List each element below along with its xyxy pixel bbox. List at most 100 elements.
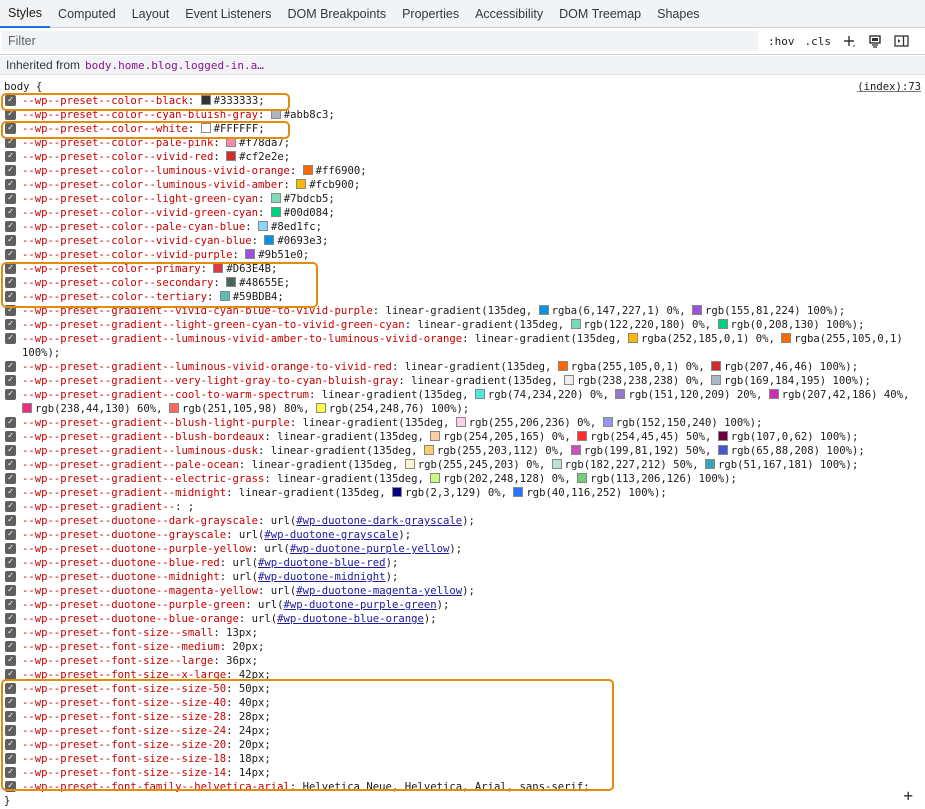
tab-properties[interactable]: Properties <box>394 0 467 27</box>
rule-selector[interactable]: body { <box>4 80 42 94</box>
color-swatch[interactable] <box>302 165 313 175</box>
property-value[interactable]: #48655E <box>226 277 284 289</box>
property-name[interactable]: --wp--preset--color--secondary <box>22 277 213 289</box>
color-swatch[interactable] <box>391 487 402 497</box>
property-name[interactable]: --wp--preset--font-family--helvetica-ari… <box>22 781 290 793</box>
property-value[interactable]: #333333 <box>200 95 258 107</box>
property-value[interactable]: #7bdcb5 <box>270 193 328 205</box>
color-swatch[interactable] <box>602 417 613 427</box>
property-name[interactable]: --wp--preset--duotone--purple-yellow <box>22 543 252 555</box>
declaration-checkbox[interactable]: ✓ <box>5 557 16 568</box>
property-value[interactable]: 13px <box>226 627 252 639</box>
property-value[interactable]: 18px <box>239 753 265 765</box>
color-swatch[interactable] <box>705 459 715 469</box>
property-name[interactable]: --wp--preset--gradient-- <box>22 501 175 513</box>
declaration-checkbox[interactable]: ✓ <box>5 179 16 190</box>
color-swatch[interactable] <box>270 109 281 119</box>
color-swatch[interactable] <box>245 249 256 259</box>
color-swatch[interactable] <box>226 151 237 161</box>
tab-shapes[interactable]: Shapes <box>649 0 707 27</box>
color-swatch[interactable] <box>768 389 779 399</box>
property-name[interactable]: --wp--preset--gradient--vivid-cyan-blue-… <box>22 305 373 317</box>
property-value[interactable]: #8ed1fc <box>258 221 316 233</box>
property-name[interactable]: --wp--preset--duotone--blue-orange <box>22 613 239 625</box>
property-value[interactable]: linear-gradient(135deg, rgb(255,245,203)… <box>252 459 852 471</box>
color-swatch[interactable] <box>430 473 441 483</box>
property-name[interactable]: --wp--preset--font-size--size-20 <box>22 739 226 751</box>
color-swatch[interactable] <box>200 95 211 105</box>
color-swatch[interactable] <box>781 333 792 343</box>
tab-accessibility[interactable]: Accessibility <box>467 0 551 27</box>
declaration-checkbox[interactable]: ✓ <box>5 151 16 162</box>
url-link[interactable]: #wp-duotone-blue-red <box>258 557 386 569</box>
declaration-checkbox[interactable]: ✓ <box>5 711 16 722</box>
url-link[interactable]: #wp-duotone-purple-green <box>284 599 437 611</box>
property-name[interactable]: --wp--preset--gradient--luminous-dusk <box>22 445 258 457</box>
color-swatch[interactable] <box>717 431 728 441</box>
declaration-checkbox[interactable]: ✓ <box>5 137 16 148</box>
color-swatch[interactable] <box>264 235 275 245</box>
property-value[interactable]: 14px <box>239 767 265 779</box>
url-link[interactable]: #wp-duotone-grayscale <box>264 529 398 541</box>
property-value[interactable]: #59BDB4 <box>219 291 277 303</box>
color-swatch[interactable] <box>22 403 32 413</box>
declaration-checkbox[interactable]: ✓ <box>5 725 16 736</box>
declaration-checkbox[interactable]: ✓ <box>5 305 16 316</box>
property-value[interactable]: 20px <box>239 739 265 751</box>
color-swatch[interactable] <box>538 305 549 315</box>
color-swatch[interactable] <box>557 361 568 371</box>
declaration-checkbox[interactable]: ✓ <box>5 543 16 554</box>
color-swatch[interactable] <box>270 207 281 217</box>
declaration-checkbox[interactable]: ✓ <box>5 571 16 582</box>
property-value[interactable]: 42px <box>239 669 265 681</box>
property-value[interactable]: linear-gradient(135deg, rgba(6,147,227,1… <box>386 305 839 317</box>
property-name[interactable]: --wp--preset--duotone--grayscale <box>22 529 226 541</box>
property-name[interactable]: --wp--preset--duotone--dark-grayscale <box>22 515 258 527</box>
property-value[interactable]: #cf2e2e <box>226 151 284 163</box>
hov-toggle-button[interactable]: :hov <box>768 35 795 48</box>
property-value[interactable]: #9b51e0 <box>245 249 303 261</box>
color-swatch[interactable] <box>423 445 434 455</box>
url-link[interactable]: #wp-duotone-midnight <box>258 571 386 583</box>
declaration-checkbox[interactable]: ✓ <box>5 361 16 372</box>
declaration-checkbox[interactable]: ✓ <box>5 613 16 624</box>
color-swatch[interactable] <box>213 263 224 273</box>
property-value[interactable]: url(#wp-duotone-blue-orange) <box>252 613 431 625</box>
color-swatch[interactable] <box>627 333 638 343</box>
declaration-checkbox[interactable]: ✓ <box>5 753 16 764</box>
filter-input[interactable] <box>2 31 758 51</box>
color-swatch[interactable] <box>570 445 581 455</box>
color-swatch[interactable] <box>513 487 524 497</box>
property-name[interactable]: --wp--preset--gradient--electric-grass <box>22 473 264 485</box>
declaration-checkbox[interactable]: ✓ <box>5 501 16 512</box>
property-name[interactable]: --wp--preset--gradient--cool-to-warm-spe… <box>22 389 309 401</box>
new-style-rule-icon[interactable] <box>841 33 857 49</box>
tab-computed[interactable]: Computed <box>50 0 124 27</box>
color-swatch[interactable] <box>615 389 626 399</box>
declaration-checkbox[interactable]: ✓ <box>5 431 16 442</box>
declaration-checkbox[interactable]: ✓ <box>5 697 16 708</box>
property-value[interactable]: #D63E4B <box>213 263 271 275</box>
property-value[interactable]: #FFFFFF <box>200 123 258 135</box>
property-value[interactable]: #f78da7 <box>226 137 284 149</box>
property-value[interactable]: #0693e3 <box>264 235 322 247</box>
property-value[interactable]: Helvetica Neue, Helvetica, Arial, sans-s… <box>303 781 584 793</box>
color-swatch[interactable] <box>717 445 728 455</box>
property-name[interactable]: --wp--preset--gradient--luminous-vivid-a… <box>22 333 462 345</box>
declaration-checkbox[interactable]: ✓ <box>5 459 16 470</box>
property-value[interactable]: linear-gradient(135deg, rgb(2,3,129) 0%,… <box>239 487 660 499</box>
declaration-checkbox[interactable]: ✓ <box>5 655 16 666</box>
color-swatch[interactable] <box>315 403 326 413</box>
property-name[interactable]: --wp--preset--color--luminous-vivid-oran… <box>22 165 290 177</box>
declaration-checkbox[interactable]: ✓ <box>5 767 16 778</box>
property-value[interactable]: 36px <box>226 655 252 667</box>
inherited-selector-link[interactable]: body.home.blog.logged-in.a… <box>85 59 264 72</box>
declaration-checkbox[interactable]: ✓ <box>5 739 16 750</box>
rule-source-link[interactable]: (index):73 <box>857 80 921 94</box>
property-name[interactable]: --wp--preset--color--vivid-cyan-blue <box>22 235 252 247</box>
declaration-checkbox[interactable]: ✓ <box>5 669 16 680</box>
property-value[interactable]: #fcb900 <box>296 179 354 191</box>
property-name[interactable]: --wp--preset--gradient--very-light-gray-… <box>22 375 398 387</box>
toggle-sidebar-icon[interactable] <box>893 33 909 49</box>
declaration-checkbox[interactable]: ✓ <box>5 95 16 106</box>
